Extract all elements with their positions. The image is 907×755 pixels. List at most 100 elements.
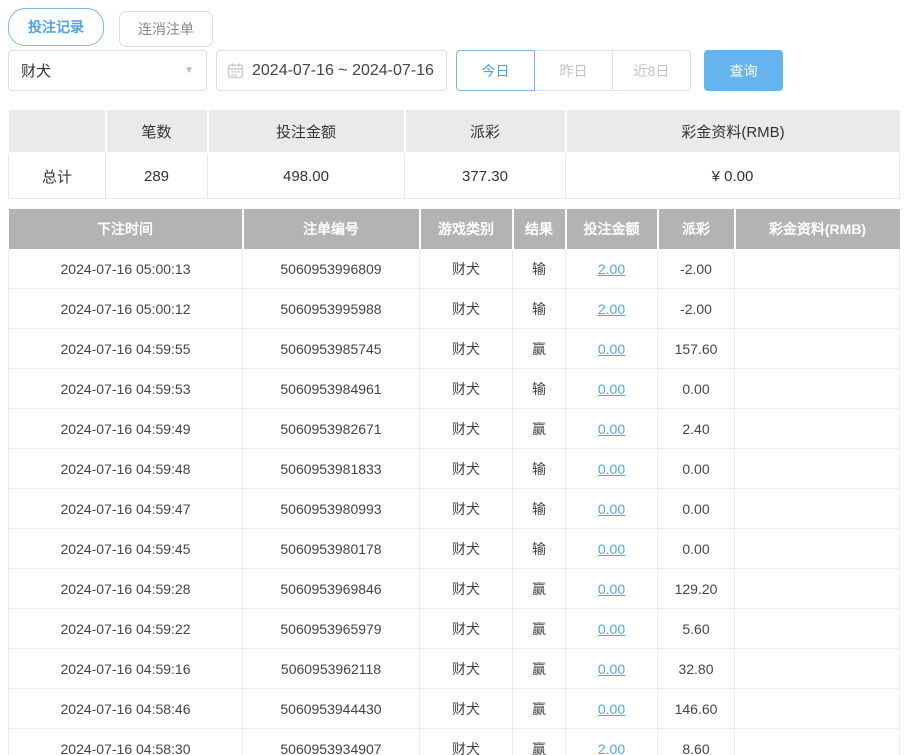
payout-cell: 0.00 [657,528,735,569]
records-table: 下注时间 注单编号 游戏类别 结果 投注金额 派彩 彩金资料(RMB) 2024… [8,209,900,755]
result-cell: 赢 [512,648,566,689]
order-number-cell: 5060953984961 [242,368,420,409]
bonus-cell [734,568,900,609]
table-row: 2024-07-16 04:58:30 5060953934907 财犬赢 2.00 8… [8,728,900,755]
bet-amount-link[interactable]: 0.00 [598,581,625,597]
payout-cell: 0.00 [657,448,735,489]
table-row: 2024-07-16 04:59:53 5060953984961 财犬输 0.00 0… [8,368,900,409]
order-number-cell: 5060953980178 [242,528,420,569]
bet-time-cell: 2024-07-16 04:59:48 [8,448,243,489]
game-select[interactable]: 财犬 ▼ [8,50,207,91]
bonus-cell [734,688,900,729]
result-cell: 赢 [512,688,566,729]
records-header-bonus: 彩金资料(RMB) [734,209,900,249]
result-cell: 输 [512,249,566,289]
bet-time-cell: 2024-07-16 04:59:22 [8,608,243,649]
summary-total-bet-amount: 498.00 [207,152,405,199]
bet-amount-cell: 0.00 [565,408,658,449]
payout-cell: 146.60 [657,688,735,729]
tab-cancelled-orders[interactable]: 连消注单 [119,11,213,47]
bet-amount-link[interactable]: 0.00 [598,541,625,557]
payout-cell: 0.00 [657,368,735,409]
order-number-cell: 5060953965979 [242,608,420,649]
bet-amount-cell: 0.00 [565,648,658,689]
bet-amount-link[interactable]: 0.00 [598,661,625,677]
records-header-bet-amount: 投注金额 [565,209,659,249]
bet-amount-cell: 0.00 [565,448,658,489]
bonus-cell [734,648,900,689]
game-type-cell: 财犬 [419,608,513,649]
bet-time-cell: 2024-07-16 04:59:47 [8,488,243,529]
game-type-cell: 财犬 [419,568,513,609]
bet-amount-cell: 0.00 [565,528,658,569]
game-type-cell: 财犬 [419,408,513,449]
result-cell: 赢 [512,728,566,755]
bet-amount-link[interactable]: 0.00 [598,461,625,477]
bet-amount-link[interactable]: 0.00 [598,501,625,517]
summary-table: 笔数 投注金额 派彩 彩金资料(RMB) 总计 289 498.00 377.3… [8,110,900,199]
game-type-cell: 财犬 [419,448,513,489]
summary-header-empty [8,110,107,154]
bet-amount-link[interactable]: 2.00 [598,301,625,317]
game-select-value: 财犬 [21,63,52,80]
records-header-row: 下注时间 注单编号 游戏类别 结果 投注金额 派彩 彩金资料(RMB) [8,209,900,249]
query-button[interactable]: 查询 [704,50,783,91]
bet-amount-link[interactable]: 2.00 [598,741,625,755]
payout-cell: 157.60 [657,328,735,369]
summary-header-count: 笔数 [105,110,209,154]
yesterday-button[interactable]: 昨日 [534,50,613,91]
table-row: 2024-07-16 04:59:48 5060953981833 财犬输 0.00 0… [8,448,900,489]
bet-amount-cell: 0.00 [565,328,658,369]
summary-total-bonus: ¥ 0.00 [565,152,900,199]
summary-total-payout: 377.30 [404,152,566,199]
game-type-cell: 财犬 [419,648,513,689]
bonus-cell [734,368,900,409]
records-header-result: 结果 [512,209,567,249]
bet-time-cell: 2024-07-16 04:59:55 [8,328,243,369]
bet-time-cell: 2024-07-16 04:59:53 [8,368,243,409]
records-header-payout: 派彩 [657,209,736,249]
bet-amount-cell: 0.00 [565,568,658,609]
table-row: 2024-07-16 05:00:13 5060953996809 财犬输 2.00 -… [8,249,900,289]
bonus-cell [734,608,900,649]
bonus-cell [734,528,900,569]
bet-time-cell: 2024-07-16 04:58:46 [8,688,243,729]
bet-amount-link[interactable]: 0.00 [598,341,625,357]
order-number-cell: 5060953985745 [242,328,420,369]
summary-total-label: 总计 [8,152,106,199]
bet-amount-cell: 0.00 [565,608,658,649]
bonus-cell [734,328,900,369]
result-cell: 赢 [512,328,566,369]
bet-amount-link[interactable]: 2.00 [598,261,625,277]
bet-time-cell: 2024-07-16 04:59:16 [8,648,243,689]
summary-header-bonus: 彩金资料(RMB) [565,110,900,154]
last-8-days-button[interactable]: 近8日 [612,50,691,91]
quick-date-group: 今日 昨日 近8日 [456,50,691,91]
result-cell: 输 [512,488,566,529]
table-row: 2024-07-16 04:59:55 5060953985745 财犬赢 0.00 1… [8,328,900,369]
result-cell: 赢 [512,408,566,449]
bet-amount-cell: 0.00 [565,688,658,729]
tab-bet-records[interactable]: 投注记录 [8,8,104,46]
order-number-cell: 5060953982671 [242,408,420,449]
today-button[interactable]: 今日 [456,50,535,91]
game-type-cell: 财犬 [419,288,513,329]
game-type-cell: 财犬 [419,528,513,569]
bet-amount-link[interactable]: 0.00 [598,381,625,397]
game-type-cell: 财犬 [419,488,513,529]
bet-time-cell: 2024-07-16 05:00:12 [8,288,243,329]
date-range-input[interactable]: 2024-07-16 ~ 2024-07-16 [216,50,447,91]
bet-amount-link[interactable]: 0.00 [598,421,625,437]
order-number-cell: 5060953944430 [242,688,420,729]
bet-amount-link[interactable]: 0.00 [598,701,625,717]
game-type-cell: 财犬 [419,328,513,369]
bet-amount-link[interactable]: 0.00 [598,621,625,637]
result-cell: 赢 [512,568,566,609]
summary-total-count: 289 [105,152,208,199]
order-number-cell: 5060953969846 [242,568,420,609]
table-row: 2024-07-16 04:59:16 5060953962118 财犬赢 0.00 3… [8,648,900,689]
table-row: 2024-07-16 04:59:49 5060953982671 财犬赢 0.00 2… [8,408,900,449]
payout-cell: 0.00 [657,488,735,529]
calendar-icon [227,63,244,79]
bonus-cell [734,488,900,529]
